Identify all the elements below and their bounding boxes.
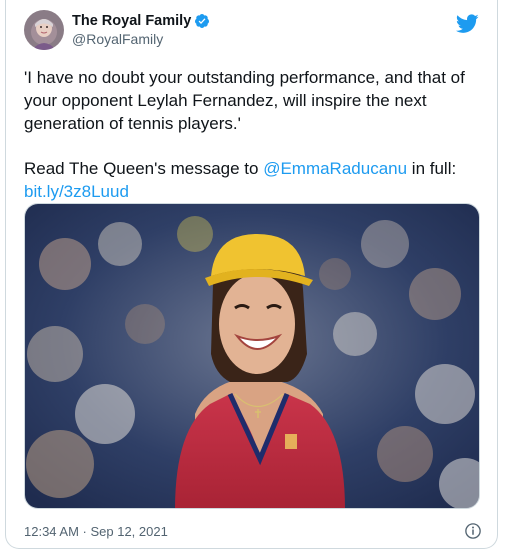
tweet-quote: 'I have no doubt your outstanding perfor… [24, 68, 465, 133]
tweet-card: The Royal Family @RoyalFamily 'I have no… [5, 0, 498, 549]
name-row: The Royal Family [72, 12, 210, 30]
mention-link[interactable]: @EmmaRaducanu [263, 159, 407, 178]
tweet-photo[interactable] [24, 203, 480, 509]
author-handle[interactable]: @RoyalFamily [72, 30, 210, 48]
info-icon[interactable] [464, 522, 482, 540]
display-name[interactable]: The Royal Family [72, 12, 191, 30]
author-block: The Royal Family @RoyalFamily [72, 12, 210, 48]
message-prefix: Read The Queen's message to [24, 159, 264, 178]
tweet-header: The Royal Family @RoyalFamily [24, 10, 210, 50]
timestamp[interactable]: 12:34 AM · Sep 12, 2021 [24, 524, 168, 539]
twitter-bird-icon[interactable] [455, 14, 479, 34]
short-link[interactable]: bit.ly/3z8Luud [24, 182, 129, 201]
tweet-footer: 12:34 AM · Sep 12, 2021 [24, 521, 482, 541]
tweet-text: 'I have no doubt your outstanding perfor… [24, 66, 484, 203]
verified-badge-icon [194, 13, 210, 29]
tweet-message: Read The Queen's message to @EmmaRaducan… [24, 157, 484, 203]
avatar[interactable] [24, 10, 64, 50]
message-suffix: in full: [407, 159, 457, 178]
